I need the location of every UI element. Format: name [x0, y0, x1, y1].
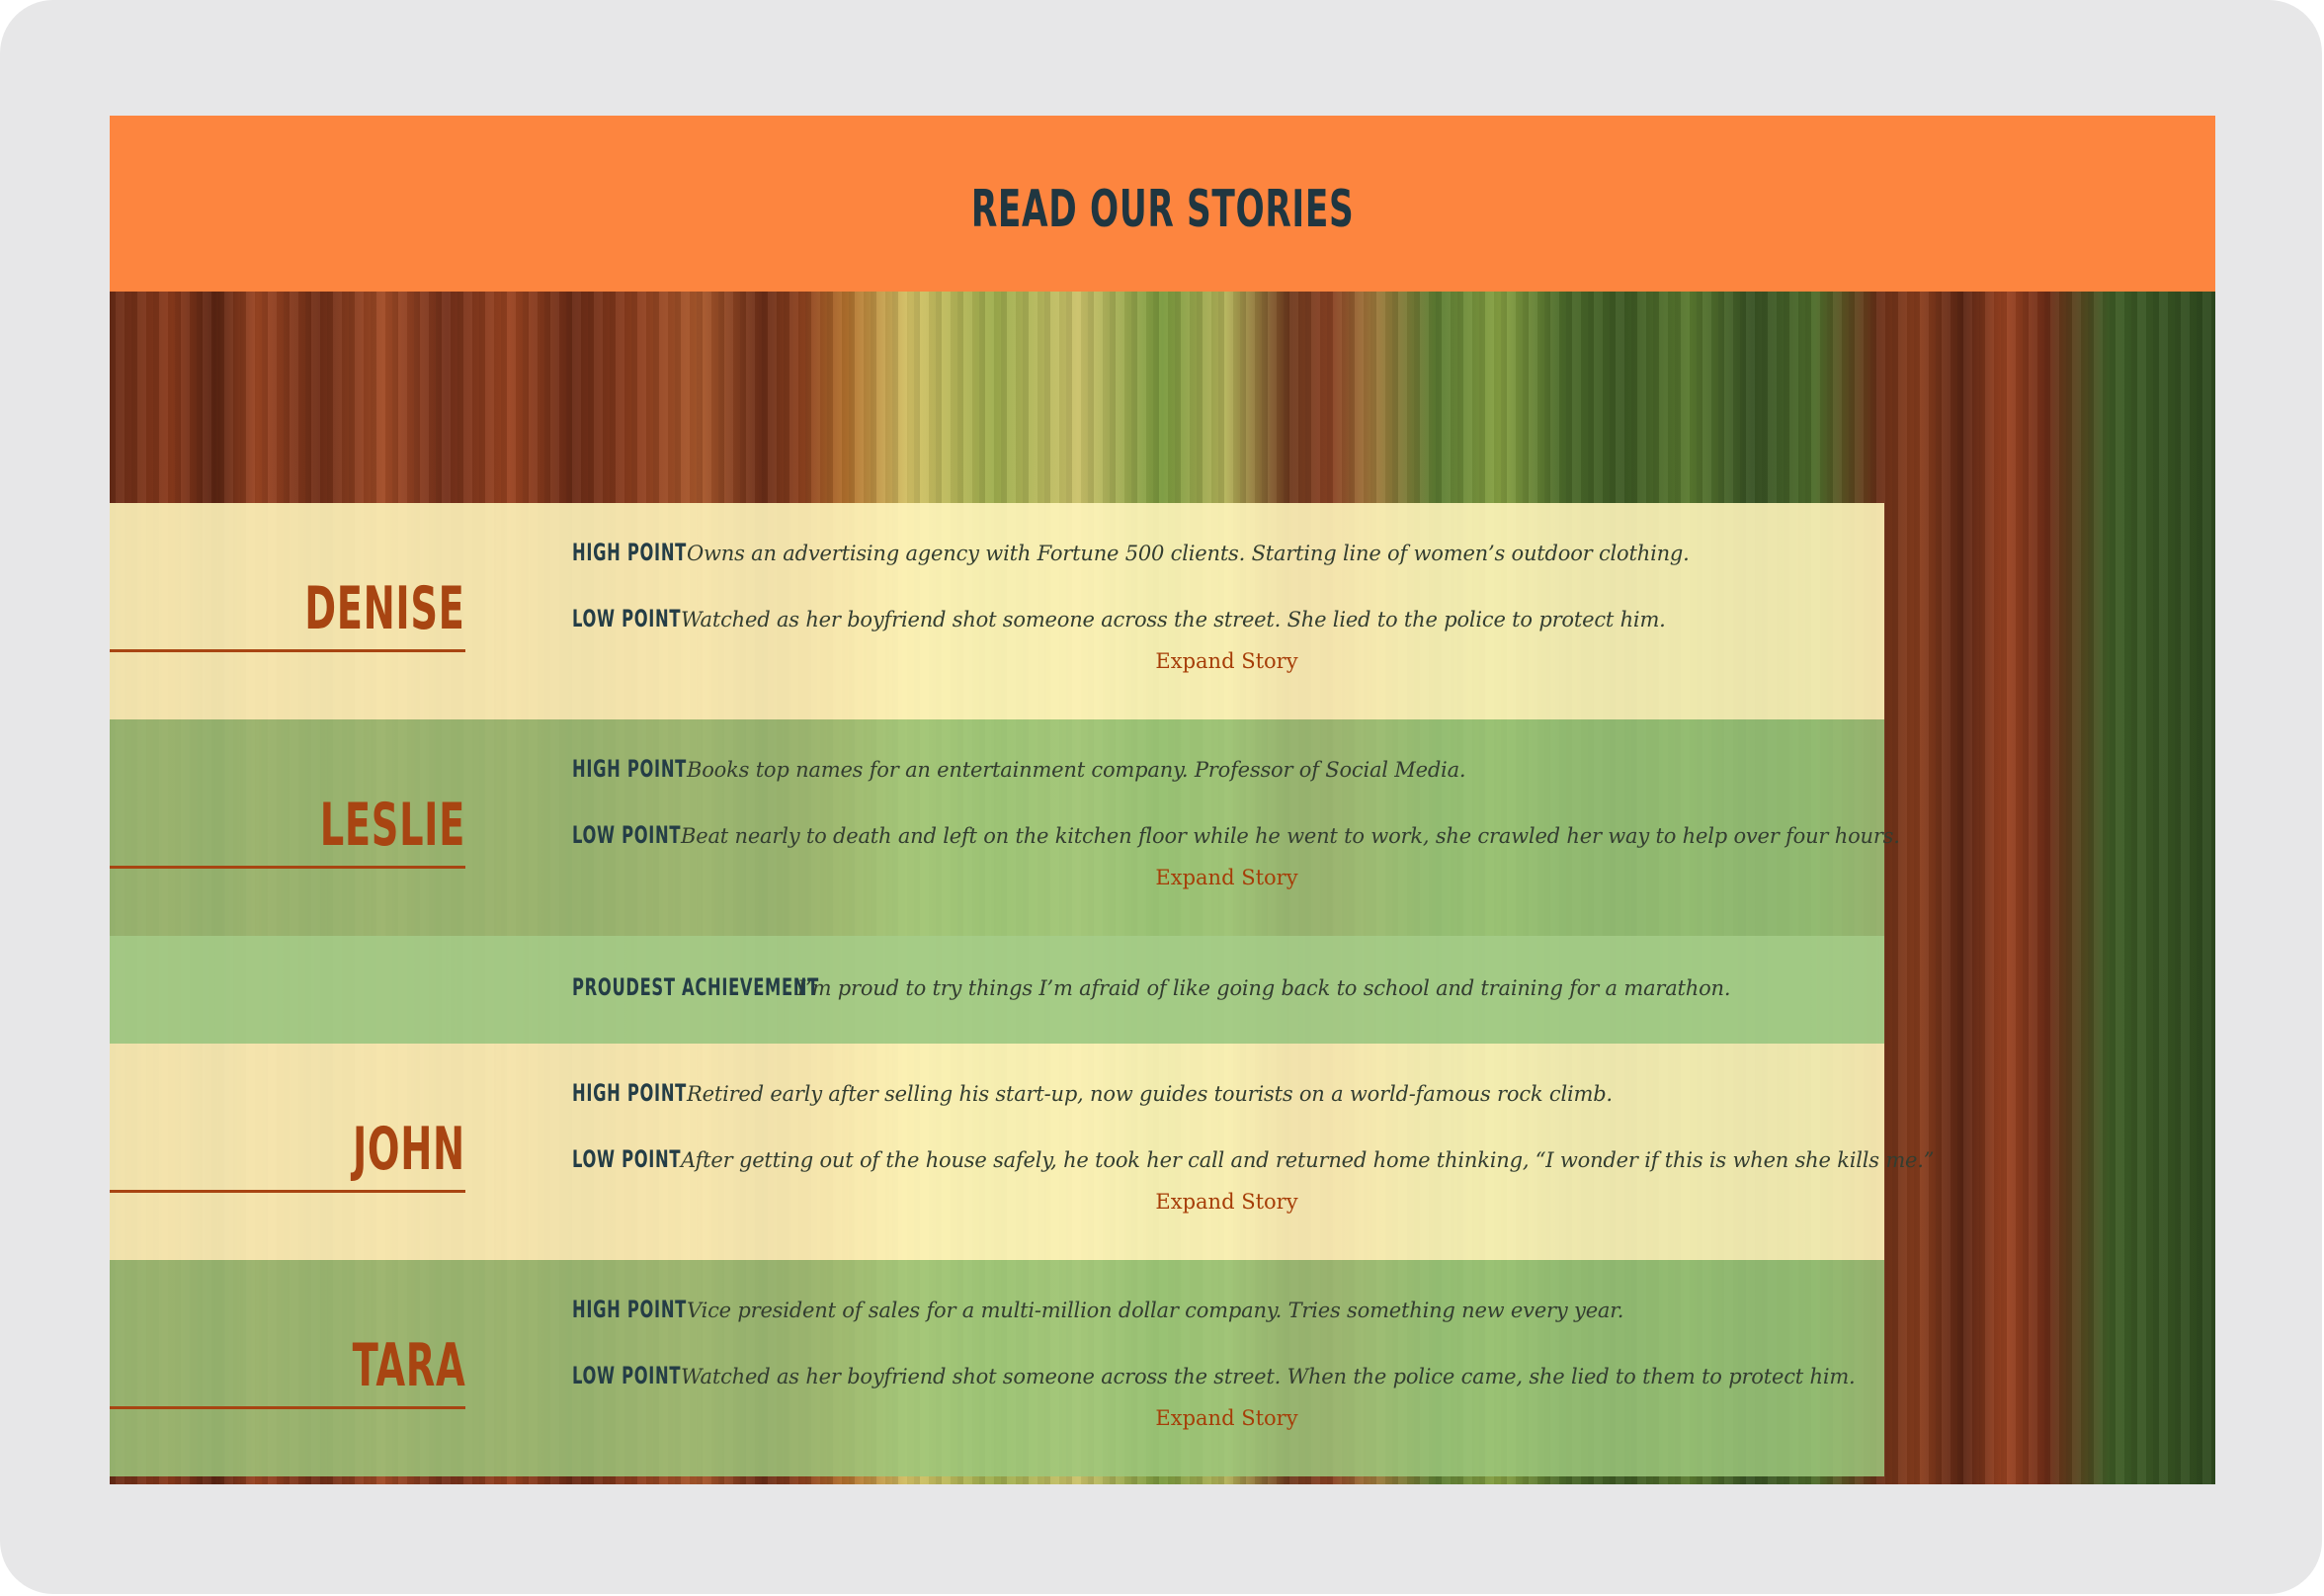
story-name-underline: LESLIE [110, 789, 465, 869]
low-point-text: Watched as her boyfriend shot someone ac… [681, 1365, 1856, 1388]
story-name: JOHN [353, 1115, 465, 1184]
expand-story-link[interactable]: Expand Story [110, 866, 1884, 889]
low-point-label: LOW POINT [572, 1145, 682, 1173]
story-card-denise: DENISE HIGH POINT Owns an advertising ag… [110, 503, 1884, 719]
device-frame: READ OUR STORIES DENISE HIGH POINT Owns … [0, 0, 2322, 1594]
expand-story-link[interactable]: Expand Story [110, 1406, 1884, 1430]
high-point-row: HIGH POINT Vice president of sales for a… [572, 1296, 1623, 1323]
high-point-text: Vice president of sales for a multi-mill… [687, 1299, 1624, 1322]
high-point-label: HIGH POINT [572, 755, 687, 783]
high-point-text: Retired early after selling his start-up… [687, 1082, 1613, 1106]
story-card-john: JOHN HIGH POINT Retired early after sell… [110, 1044, 1934, 1260]
high-point-row: HIGH POINT Books top names for an entert… [572, 755, 1466, 783]
proudest-achievement-text: I’m proud to try things I’m afraid of li… [797, 976, 1731, 1000]
story-name: DENISE [304, 574, 465, 643]
low-point-label: LOW POINT [572, 1362, 682, 1389]
proudest-achievement-label: PROUDEST ACHIEVEMENT [572, 973, 819, 1001]
story-name: TARA [352, 1331, 465, 1400]
low-point-label: LOW POINT [572, 821, 682, 849]
high-point-text: Owns an advertising agency with Fortune … [687, 542, 1690, 565]
high-point-text: Books top names for an entertainment com… [687, 758, 1466, 782]
story-name-underline: DENISE [110, 572, 465, 652]
low-point-label: LOW POINT [572, 605, 682, 632]
story-card-leslie: LESLIE HIGH POINT Books top names for an… [110, 719, 1900, 936]
expand-story-link[interactable]: Expand Story [110, 649, 1884, 673]
high-point-row: HIGH POINT Owns an advertising agency wi… [572, 539, 1690, 566]
story-name-underline: TARA [110, 1329, 465, 1409]
story-name: LESLIE [319, 791, 465, 860]
story-card-tara: TARA HIGH POINT Vice president of sales … [110, 1260, 1884, 1476]
low-point-row: LOW POINT Beat nearly to death and left … [572, 821, 1900, 849]
low-point-text: Beat nearly to death and left on the kit… [681, 824, 1900, 848]
proudest-achievement-row: PROUDEST ACHIEVEMENT I’m proud to try th… [572, 973, 1731, 1001]
expand-story-link[interactable]: Expand Story [110, 1190, 1884, 1214]
high-point-label: HIGH POINT [572, 1079, 687, 1107]
stories-page: READ OUR STORIES DENISE HIGH POINT Owns … [110, 116, 2215, 1484]
low-point-text: After getting out of the house safely, h… [681, 1148, 1935, 1172]
low-point-row: LOW POINT After getting out of the house… [572, 1145, 1934, 1173]
high-point-label: HIGH POINT [572, 1296, 687, 1323]
stories-header: READ OUR STORIES [110, 116, 2215, 292]
story-name-underline: JOHN [110, 1113, 465, 1193]
high-point-row: HIGH POINT Retired early after selling h… [572, 1079, 1613, 1107]
high-point-label: HIGH POINT [572, 539, 687, 566]
low-point-row: LOW POINT Watched as her boyfriend shot … [572, 605, 1666, 632]
page-title: READ OUR STORIES [970, 180, 1355, 239]
proudest-achievement-band: PROUDEST ACHIEVEMENT I’m proud to try th… [110, 936, 1884, 1044]
low-point-text: Watched as her boyfriend shot someone ac… [681, 608, 1666, 631]
low-point-row: LOW POINT Watched as her boyfriend shot … [572, 1362, 1856, 1389]
